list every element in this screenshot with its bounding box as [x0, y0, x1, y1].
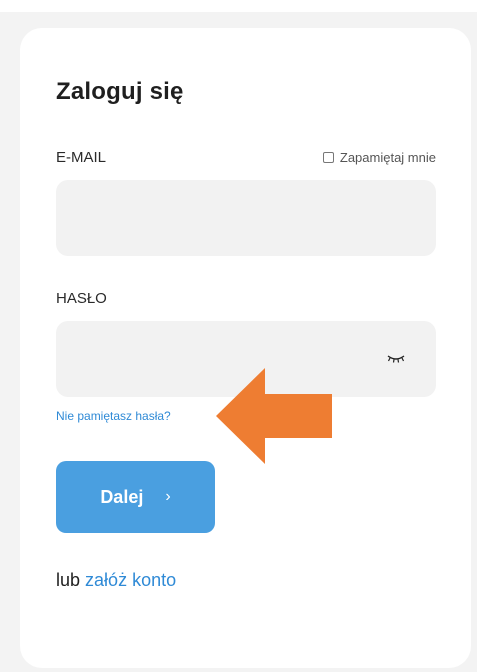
create-account-row: lub załóż konto: [56, 570, 176, 591]
password-label: HASŁO: [56, 290, 107, 307]
next-button-label: Dalej: [100, 486, 144, 507]
forgot-password-link[interactable]: Nie pamiętasz hasła?: [56, 409, 171, 423]
eye-closed-icon[interactable]: [386, 351, 406, 365]
remember-me[interactable]: Zapamiętaj mnie: [322, 150, 436, 165]
email-label: E-MAIL: [56, 149, 107, 166]
arrow-annotation-icon: [216, 368, 332, 464]
top-strip: [0, 0, 477, 12]
next-button[interactable]: Dalej ›: [56, 461, 215, 533]
email-field[interactable]: [56, 180, 436, 256]
chevron-right-icon: ›: [165, 488, 171, 505]
remember-label: Zapamiętaj mnie: [339, 150, 436, 165]
page-title: Zaloguj się: [56, 78, 184, 105]
create-account-link[interactable]: załóż konto: [85, 570, 176, 590]
alt-prefix: lub: [56, 570, 81, 590]
remember-checkbox[interactable]: [322, 152, 334, 163]
